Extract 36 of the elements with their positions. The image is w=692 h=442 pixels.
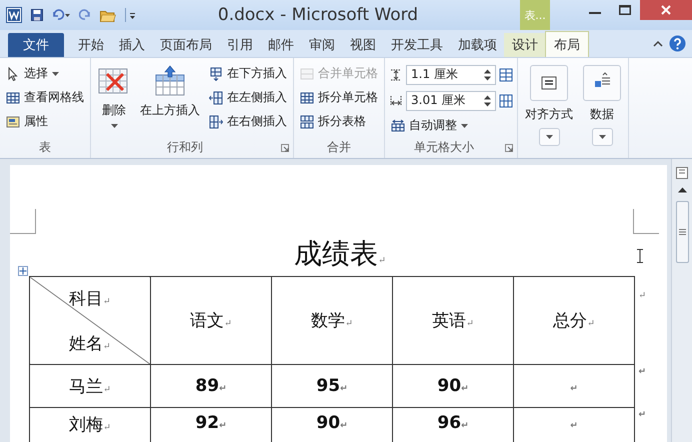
ribbon-tab[interactable]: 开发工具 xyxy=(383,33,451,57)
ribbon-tab[interactable]: 布局 xyxy=(545,31,589,57)
ribbon-tab[interactable]: 设计 xyxy=(504,33,546,57)
ribbon-large-button[interactable]: 对齐方式 xyxy=(522,61,576,158)
ribbon-tab[interactable]: 加载项 xyxy=(450,33,505,57)
ribbon-tab[interactable]: 审阅 xyxy=(301,33,343,57)
size-field[interactable]: 1.1 厘米 xyxy=(406,64,496,84)
ribbon-button[interactable]: 属性 xyxy=(4,111,86,132)
ribbon-tab[interactable]: 邮件 xyxy=(260,33,302,57)
ribbon-button[interactable]: 在下方插入 xyxy=(207,63,289,84)
ribbon-large-button[interactable]: 数据 xyxy=(580,61,624,158)
paragraph-mark: ↵ xyxy=(638,410,646,420)
paragraph-mark: ↵ xyxy=(638,367,646,377)
ribbon-button[interactable]: 在左侧插入 xyxy=(207,87,289,108)
ribbon-button[interactable]: 选择 xyxy=(4,63,86,84)
size-field[interactable]: 3.01 厘米 xyxy=(406,90,496,110)
ribbon-large-button[interactable]: 删除 xyxy=(95,61,133,138)
ribbon-tab[interactable]: 视图 xyxy=(342,33,384,57)
window-title: 0.docx - Microsoft Word xyxy=(216,5,420,25)
context-tab-label: 表... xyxy=(520,0,550,30)
ribbon-tab[interactable]: 引用 xyxy=(219,33,261,57)
group-label: 合并 xyxy=(326,139,352,156)
ribbon-button[interactable]: 自动调整 xyxy=(389,115,513,136)
ribbon-button[interactable]: 拆分单元格 xyxy=(298,87,380,108)
group-label: 表 xyxy=(38,139,52,156)
ribbon-button[interactable]: 在右侧插入 xyxy=(207,111,289,132)
ribbon-tab[interactable]: 页面布局 xyxy=(152,33,220,57)
ribbon-large-button[interactable]: 在上方插入 xyxy=(137,61,203,138)
group-label: 单元格大小 xyxy=(413,139,475,156)
ribbon-tab[interactable]: 插入 xyxy=(111,33,153,57)
ribbon-tab[interactable]: 文件 xyxy=(8,33,64,57)
paragraph-mark: ↵ xyxy=(638,291,646,301)
group-label: 行和列 xyxy=(166,139,204,156)
ribbon-button[interactable]: 查看网格线 xyxy=(4,87,86,108)
ribbon-tab[interactable]: 开始 xyxy=(70,33,112,57)
ribbon-button[interactable]: 拆分表格 xyxy=(298,111,380,132)
